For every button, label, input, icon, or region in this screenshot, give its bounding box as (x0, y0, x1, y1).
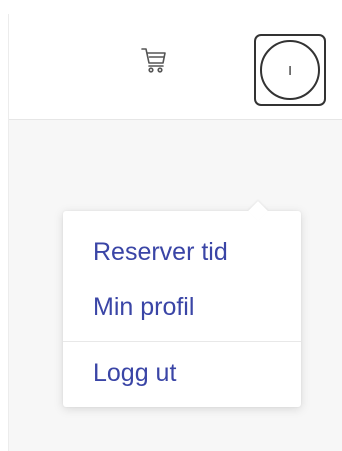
shopping-cart-icon (139, 45, 169, 80)
avatar: I (260, 40, 320, 100)
menu-divider (63, 341, 301, 342)
top-header: I (9, 14, 342, 120)
app-frame: I Reserver tid Min profil Logg ut (8, 14, 342, 451)
menu-pointer-arrow (248, 201, 268, 221)
user-dropdown-menu: Reserver tid Min profil Logg ut (63, 201, 301, 407)
avatar-initial: I (288, 62, 292, 78)
menu-item-logg-ut[interactable]: Logg ut (63, 346, 301, 401)
menu-item-min-profil[interactable]: Min profil (63, 280, 301, 335)
menu-item-reserver-tid[interactable]: Reserver tid (63, 225, 301, 280)
user-avatar-button[interactable]: I (254, 34, 326, 106)
cart-button[interactable] (134, 42, 174, 82)
